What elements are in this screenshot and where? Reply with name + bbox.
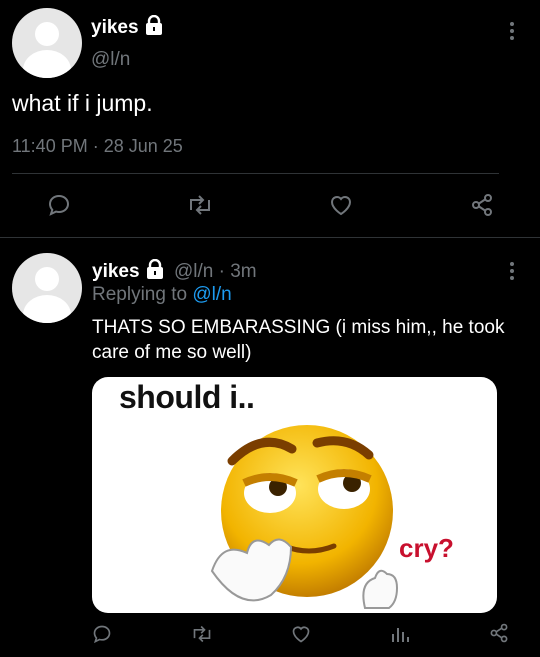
handle[interactable]: @l/n — [91, 49, 130, 71]
divider — [0, 237, 540, 238]
meme-image[interactable]: should i.. cry? — [92, 377, 497, 613]
more-options-icon[interactable] — [510, 22, 514, 43]
analytics-icon[interactable] — [390, 624, 410, 644]
replying-handle-link[interactable]: @l/n — [192, 284, 231, 305]
share-icon[interactable] — [488, 622, 510, 644]
comment-icon[interactable] — [47, 193, 71, 217]
tweet-text: what if i jump. — [12, 90, 153, 116]
lock-icon — [145, 14, 163, 40]
glove-hand-icon — [362, 569, 399, 609]
reply-author-row: yikes @l/n · 3m — [92, 258, 257, 284]
like-icon[interactable] — [290, 624, 312, 644]
share-icon[interactable] — [469, 192, 495, 218]
retweet-icon[interactable] — [191, 624, 213, 644]
like-icon[interactable] — [328, 193, 354, 217]
avatar[interactable] — [12, 8, 82, 78]
more-options-icon[interactable] — [510, 262, 514, 283]
retweet-icon[interactable] — [187, 193, 213, 217]
meme-caption-top: should i.. — [119, 379, 255, 415]
display-name[interactable]: yikes — [91, 17, 139, 38]
author-row: yikes — [91, 14, 163, 40]
replying-to: Replying to @l/n — [92, 284, 232, 306]
lock-icon — [146, 258, 164, 284]
comment-icon[interactable] — [92, 624, 112, 644]
reply-text: THATS SO EMBARASSING (i miss him,, he to… — [92, 317, 505, 363]
timestamp[interactable]: 11:40 PM · 28 Jun 25 — [12, 136, 183, 157]
replying-prefix: Replying to — [92, 284, 188, 305]
avatar[interactable] — [12, 253, 82, 323]
divider — [12, 173, 499, 174]
display-name[interactable]: yikes — [92, 261, 140, 282]
handle-time[interactable]: @l/n · 3m — [174, 261, 257, 282]
meme-caption-side: cry? — [399, 533, 454, 563]
